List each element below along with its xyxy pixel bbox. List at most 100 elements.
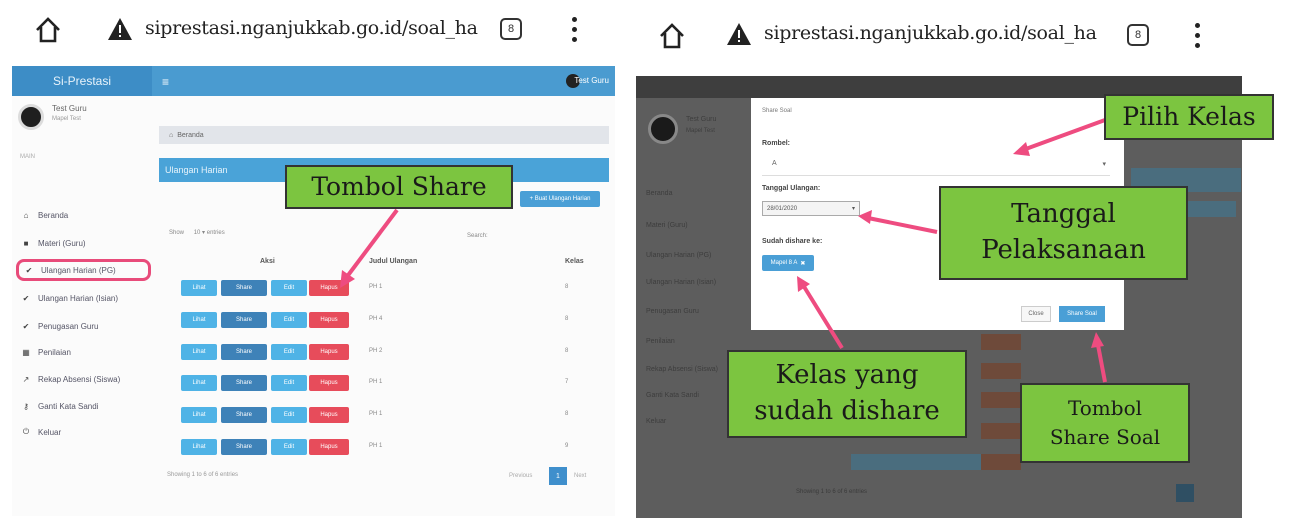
row-kelas: 8	[565, 316, 569, 322]
edit-button[interactable]: Edit	[271, 312, 307, 328]
shared-class-chip[interactable]: Mapel 8 A ✖	[762, 255, 814, 271]
bg-profile-role: Mapel Test	[686, 128, 715, 134]
hapus-button[interactable]: Hapus	[309, 439, 349, 455]
nav-section-label: MAIN	[20, 154, 35, 160]
row-kelas: 8	[565, 284, 569, 290]
sidebar-item-label: Ulangan Harian (PG)	[41, 265, 116, 275]
page-1-button[interactable]: 1	[549, 467, 567, 485]
edit-button[interactable]: Edit	[271, 280, 307, 296]
sidebar-item[interactable]: ✔ Ulangan Harian (Isian)	[16, 287, 151, 309]
bg-row-block	[981, 423, 1021, 439]
bg-table-info: Showing 1 to 6 of 6 entries	[796, 489, 868, 495]
menu-button[interactable]	[569, 14, 579, 44]
sidebar-item-label: Rekap Absensi (Siswa)	[38, 374, 121, 384]
sidebar-item-label: Materi (Guru)	[38, 238, 86, 248]
date-input[interactable]: 28/01/2020 ▾	[762, 201, 860, 216]
hapus-button[interactable]: Hapus	[309, 312, 349, 328]
breadcrumb: ⌂ Beranda	[159, 126, 609, 144]
callout-tombol-line2: Share Soal	[1049, 425, 1161, 449]
sidebar-item[interactable]: ✔ Penugasan Guru	[16, 315, 151, 337]
sidebar-item[interactable]: ▦ Penilaian	[16, 341, 151, 363]
lihat-button[interactable]: Lihat	[181, 439, 217, 455]
sidebar-item[interactable]: ↗ Rekap Absensi (Siswa)	[16, 368, 151, 390]
shared-class-label: Mapel 8 A	[770, 260, 798, 266]
top-user-name[interactable]: Test Guru	[574, 76, 609, 85]
close-icon[interactable]: ✖	[800, 260, 805, 267]
share-button[interactable]: Share	[221, 344, 267, 360]
bg-sidebar-item: Penilaian	[646, 338, 675, 345]
home-button[interactable]	[28, 10, 68, 50]
callout-tombol-share-soal: Tombol Share Soal	[1020, 383, 1190, 463]
home-icon: ⌂	[169, 131, 174, 139]
date-value: 28/01/2020	[767, 205, 798, 212]
hamburger-icon[interactable]: ≡	[162, 75, 169, 89]
profile-role: Mapel Test	[52, 116, 81, 122]
url-bar[interactable]: siprestasi.nganjukkab.go.id/soal_ha	[764, 22, 1097, 44]
home-button[interactable]	[652, 16, 692, 56]
row-judul: PH 1	[369, 411, 383, 417]
share-button[interactable]: Share	[221, 312, 267, 328]
sidebar-item[interactable]: ■ Materi (Guru)	[16, 232, 151, 254]
bg-sidebar-item: Ulangan Harian (Isian)	[646, 279, 717, 286]
modal-title: Share Soal	[762, 108, 792, 114]
callout-tanggal-line2: Pelaksanaan	[981, 235, 1146, 265]
row-judul: PH 1	[369, 379, 383, 385]
search-input[interactable]: Search:	[467, 233, 488, 239]
lihat-button[interactable]: Lihat	[181, 407, 217, 423]
lihat-button[interactable]: Lihat	[181, 312, 217, 328]
bg-row-block	[981, 454, 1021, 470]
show-entries[interactable]: Show 10 ▾ entries	[169, 229, 225, 236]
sidebar-item-label: Keluar	[38, 427, 62, 437]
edit-button[interactable]: Edit	[271, 344, 307, 360]
edit-button[interactable]: Edit	[271, 407, 307, 423]
callout-pilih-kelas: Pilih Kelas	[1104, 94, 1274, 140]
callout-tombol-share: Tombol Share	[285, 165, 513, 209]
bg-row-block	[981, 392, 1021, 408]
sidebar-item[interactable]: ⚷ Ganti Kata Sandi	[16, 395, 151, 417]
share-button[interactable]: Share	[221, 439, 267, 455]
edit-button[interactable]: Edit	[271, 375, 307, 391]
tabs-button[interactable]: 8	[500, 18, 522, 40]
edit-button[interactable]: Edit	[271, 439, 307, 455]
show-value: 10	[193, 230, 201, 236]
url-bar[interactable]: siprestasi.nganjukkab.go.id/soal_ha	[145, 17, 478, 39]
sidebar-item-label: Penilaian	[38, 347, 71, 357]
previous-page-button[interactable]: Previous	[509, 473, 532, 479]
lihat-button[interactable]: Lihat	[181, 344, 217, 360]
col-kelas: Kelas	[565, 258, 584, 265]
sidebar-item[interactable]: ✔ Ulangan Harian (PG)	[16, 259, 151, 281]
rombel-select[interactable]: A ▾	[762, 160, 1110, 176]
bg-sidebar-item: Beranda	[646, 190, 673, 197]
callout-kelas-line1: Kelas yang	[775, 360, 919, 391]
callout-tanggal: Tanggal Pelaksanaan	[939, 186, 1188, 280]
hapus-button[interactable]: Hapus	[309, 280, 349, 296]
tabs-button[interactable]: 8	[1127, 24, 1149, 46]
profile-avatar	[648, 114, 678, 144]
next-page-button[interactable]: Next	[574, 473, 586, 479]
add-ulangan-button[interactable]: + Buat Ulangan Harian	[520, 191, 600, 207]
row-kelas: 7	[565, 379, 569, 385]
check-icon: ✔	[22, 293, 30, 303]
sidebar-item[interactable]: ⏻ Keluar	[16, 421, 151, 443]
date-label: Tanggal Ulangan:	[762, 185, 821, 192]
hapus-button[interactable]: Hapus	[309, 407, 349, 423]
lihat-button[interactable]: Lihat	[181, 280, 217, 296]
hapus-button[interactable]: Hapus	[309, 375, 349, 391]
breadcrumb-label[interactable]: Beranda	[177, 132, 203, 139]
app-brand[interactable]: Si-Prestasi	[12, 66, 152, 96]
lihat-button[interactable]: Lihat	[181, 375, 217, 391]
chart-icon: ↗	[22, 374, 30, 384]
callout-tanggal-line1: Tanggal	[1011, 199, 1116, 230]
bg-sidebar-item: Penugasan Guru	[646, 308, 699, 315]
share-button[interactable]: Share	[221, 280, 267, 296]
share-soal-button[interactable]: Share Soal	[1059, 306, 1105, 322]
sidebar-item[interactable]: ⌂ Beranda	[16, 204, 151, 226]
share-button[interactable]: Share	[221, 375, 267, 391]
menu-button[interactable]	[1192, 20, 1202, 50]
shared-label: Sudah dishare ke:	[762, 238, 823, 245]
share-button[interactable]: Share	[221, 407, 267, 423]
bg-sidebar-item: Keluar	[646, 418, 667, 425]
app-window: Si-Prestasi ≡ Test Guru Test Guru Mapel …	[12, 66, 615, 516]
hapus-button[interactable]: Hapus	[309, 344, 349, 360]
close-button[interactable]: Close	[1021, 306, 1051, 322]
